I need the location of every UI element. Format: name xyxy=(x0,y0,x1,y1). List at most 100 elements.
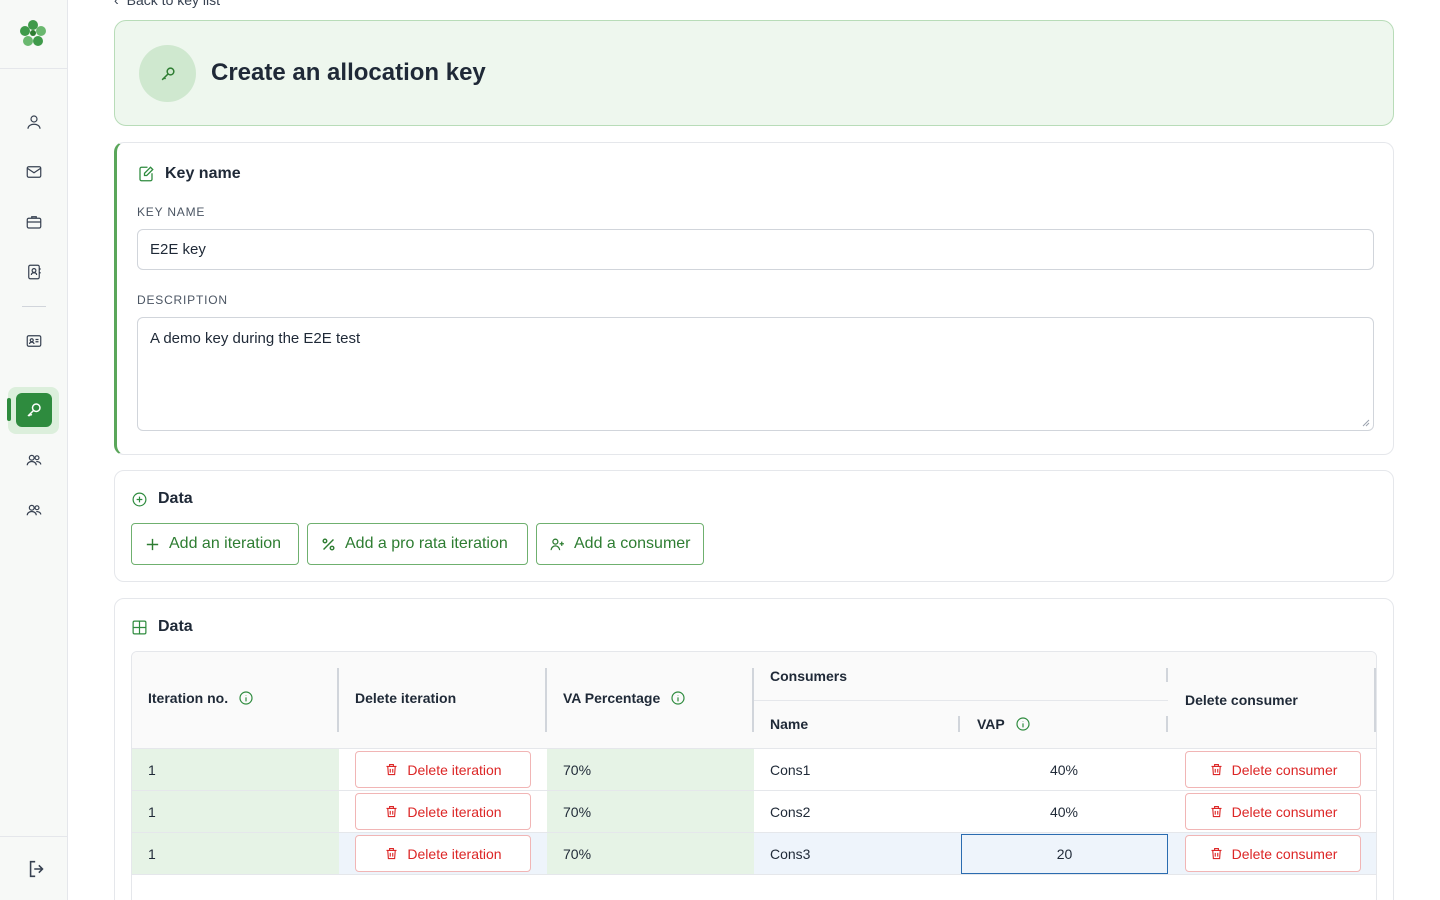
key-name-section: Key name KEY NAME E2E key DESCRIPTION A … xyxy=(114,142,1394,455)
sidebar-item-keys[interactable] xyxy=(16,393,52,427)
back-link-label: Back to key list xyxy=(126,0,221,8)
table-row-selected: 1 Delete iteration 70% Cons3 20 Delete c… xyxy=(132,833,1376,875)
th-name: Name xyxy=(770,716,809,732)
delete-consumer-label: Delete consumer xyxy=(1231,845,1338,862)
app-logo[interactable] xyxy=(18,18,48,48)
add-consumer-label: Add a consumer xyxy=(574,535,691,552)
sidebar-item-briefcase[interactable] xyxy=(22,210,46,234)
plus-circle-icon xyxy=(132,492,147,506)
th-vap: VAP xyxy=(977,716,1031,732)
sidebar-item-user[interactable] xyxy=(22,110,46,134)
sidebar-item-contacts[interactable] xyxy=(22,260,46,284)
sidebar-item-users[interactable] xyxy=(22,448,46,472)
add-pro-rata-iteration-button[interactable]: Add a pro rata iteration xyxy=(307,523,528,565)
data-actions-title: Data xyxy=(158,490,193,507)
delete-iteration-button[interactable]: Delete iteration xyxy=(355,835,531,872)
users-icon xyxy=(26,454,42,466)
sidebar-separator xyxy=(22,306,46,307)
key-icon xyxy=(161,66,175,80)
resize-grip-icon[interactable] xyxy=(1362,419,1370,427)
page-title: Create an allocation key xyxy=(211,59,486,86)
cell-iteration[interactable]: 1 xyxy=(132,833,339,874)
cell-va-percentage[interactable]: 70% xyxy=(547,833,754,874)
header-key-icon xyxy=(139,45,196,102)
vap-edit-input[interactable]: 20 xyxy=(961,834,1168,874)
briefcase-icon xyxy=(26,216,42,229)
data-table-section: Data Iteration no. Delete iteration VA P… xyxy=(114,598,1394,900)
table-row: 1 Delete iteration 70% Cons2 40% Delete … xyxy=(132,791,1376,833)
th-delete-consumer: Delete consumer xyxy=(1185,692,1298,708)
logout-icon xyxy=(29,860,44,878)
column-separator[interactable] xyxy=(337,668,339,732)
delete-consumer-label: Delete consumer xyxy=(1231,803,1338,820)
chevron-left-icon: ‹ xyxy=(114,0,119,8)
logout-button[interactable] xyxy=(26,858,48,880)
add-consumer-button[interactable]: Add a consumer xyxy=(536,523,704,565)
cell-vap[interactable]: 40% xyxy=(960,749,1168,790)
info-icon[interactable] xyxy=(670,690,686,706)
column-separator[interactable] xyxy=(545,668,547,732)
add-iteration-button[interactable]: Add an iteration xyxy=(131,523,299,565)
delete-consumer-button[interactable]: Delete consumer xyxy=(1185,835,1361,872)
trash-icon xyxy=(1211,805,1222,818)
percent-icon xyxy=(322,537,335,551)
th-va-percentage: VA Percentage xyxy=(563,690,686,706)
cell-consumer-name[interactable]: Cons2 xyxy=(770,791,960,832)
description-textarea[interactable]: A demo key during the E2E test xyxy=(137,317,1374,431)
trash-icon xyxy=(1211,763,1222,776)
cell-consumer-name[interactable]: Cons3 xyxy=(770,833,960,874)
edit-icon xyxy=(139,166,154,182)
id-card-icon xyxy=(26,335,42,347)
th-iteration-no: Iteration no. xyxy=(148,690,254,706)
user-plus-icon xyxy=(550,538,564,550)
sidebar-item-mail[interactable] xyxy=(22,160,46,184)
trash-icon xyxy=(1211,847,1222,860)
cell-consumer-name[interactable]: Cons1 xyxy=(770,749,960,790)
sidebar-item-id-card[interactable] xyxy=(22,329,46,353)
plus-icon xyxy=(146,538,159,550)
sidebar xyxy=(0,0,68,900)
delete-consumer-button[interactable]: Delete consumer xyxy=(1185,793,1361,830)
sidebar-divider-bottom xyxy=(0,836,67,837)
cell-iteration[interactable]: 1 xyxy=(132,749,339,790)
consumers-group-divider xyxy=(754,700,1168,701)
back-to-key-list-link[interactable]: ‹ Back to key list xyxy=(114,0,220,8)
add-pro-rata-label: Add a pro rata iteration xyxy=(345,535,508,552)
delete-iteration-label: Delete iteration xyxy=(407,803,502,820)
delete-iteration-label: Delete iteration xyxy=(407,761,502,778)
column-separator[interactable] xyxy=(958,716,960,732)
contact-book-icon xyxy=(28,264,41,280)
column-separator[interactable] xyxy=(1166,716,1168,732)
th-va-percentage-label: VA Percentage xyxy=(563,690,661,706)
sidebar-item-groups[interactable] xyxy=(22,498,46,522)
key-name-input[interactable]: E2E key xyxy=(137,229,1374,270)
table-header: Iteration no. Delete iteration VA Percen… xyxy=(132,652,1376,749)
column-separator[interactable] xyxy=(1166,668,1168,682)
allocation-table: Iteration no. Delete iteration VA Percen… xyxy=(131,651,1377,900)
data-table-header: Data xyxy=(131,618,193,636)
data-table-title: Data xyxy=(158,618,193,635)
cell-iteration[interactable]: 1 xyxy=(132,791,339,832)
cell-va-percentage[interactable]: 70% xyxy=(547,791,754,832)
th-vap-label: VAP xyxy=(977,716,1005,732)
trash-icon xyxy=(386,763,397,776)
column-separator[interactable] xyxy=(1374,668,1376,732)
delete-consumer-button[interactable]: Delete consumer xyxy=(1185,751,1361,788)
info-icon[interactable] xyxy=(1015,716,1031,732)
sidebar-active-indicator xyxy=(7,398,11,421)
cell-va-percentage[interactable]: 70% xyxy=(547,749,754,790)
description-label: DESCRIPTION xyxy=(137,293,228,307)
trash-icon xyxy=(386,847,397,860)
info-icon[interactable] xyxy=(238,690,254,706)
add-iteration-label: Add an iteration xyxy=(169,535,282,552)
data-actions-section: Data Add an iteration Add a pro rata ite… xyxy=(114,470,1394,582)
key-name-section-title: Key name xyxy=(165,165,241,182)
cell-vap[interactable]: 40% xyxy=(960,791,1168,832)
th-delete-iteration: Delete iteration xyxy=(355,690,457,706)
key-icon xyxy=(27,403,41,417)
table-row: 1 Delete iteration 70% Cons1 40% Delete … xyxy=(132,749,1376,791)
data-actions-header: Data xyxy=(131,490,193,508)
delete-iteration-button[interactable]: Delete iteration xyxy=(355,793,531,830)
delete-iteration-button[interactable]: Delete iteration xyxy=(355,751,531,788)
key-name-section-header: Key name xyxy=(137,165,241,183)
